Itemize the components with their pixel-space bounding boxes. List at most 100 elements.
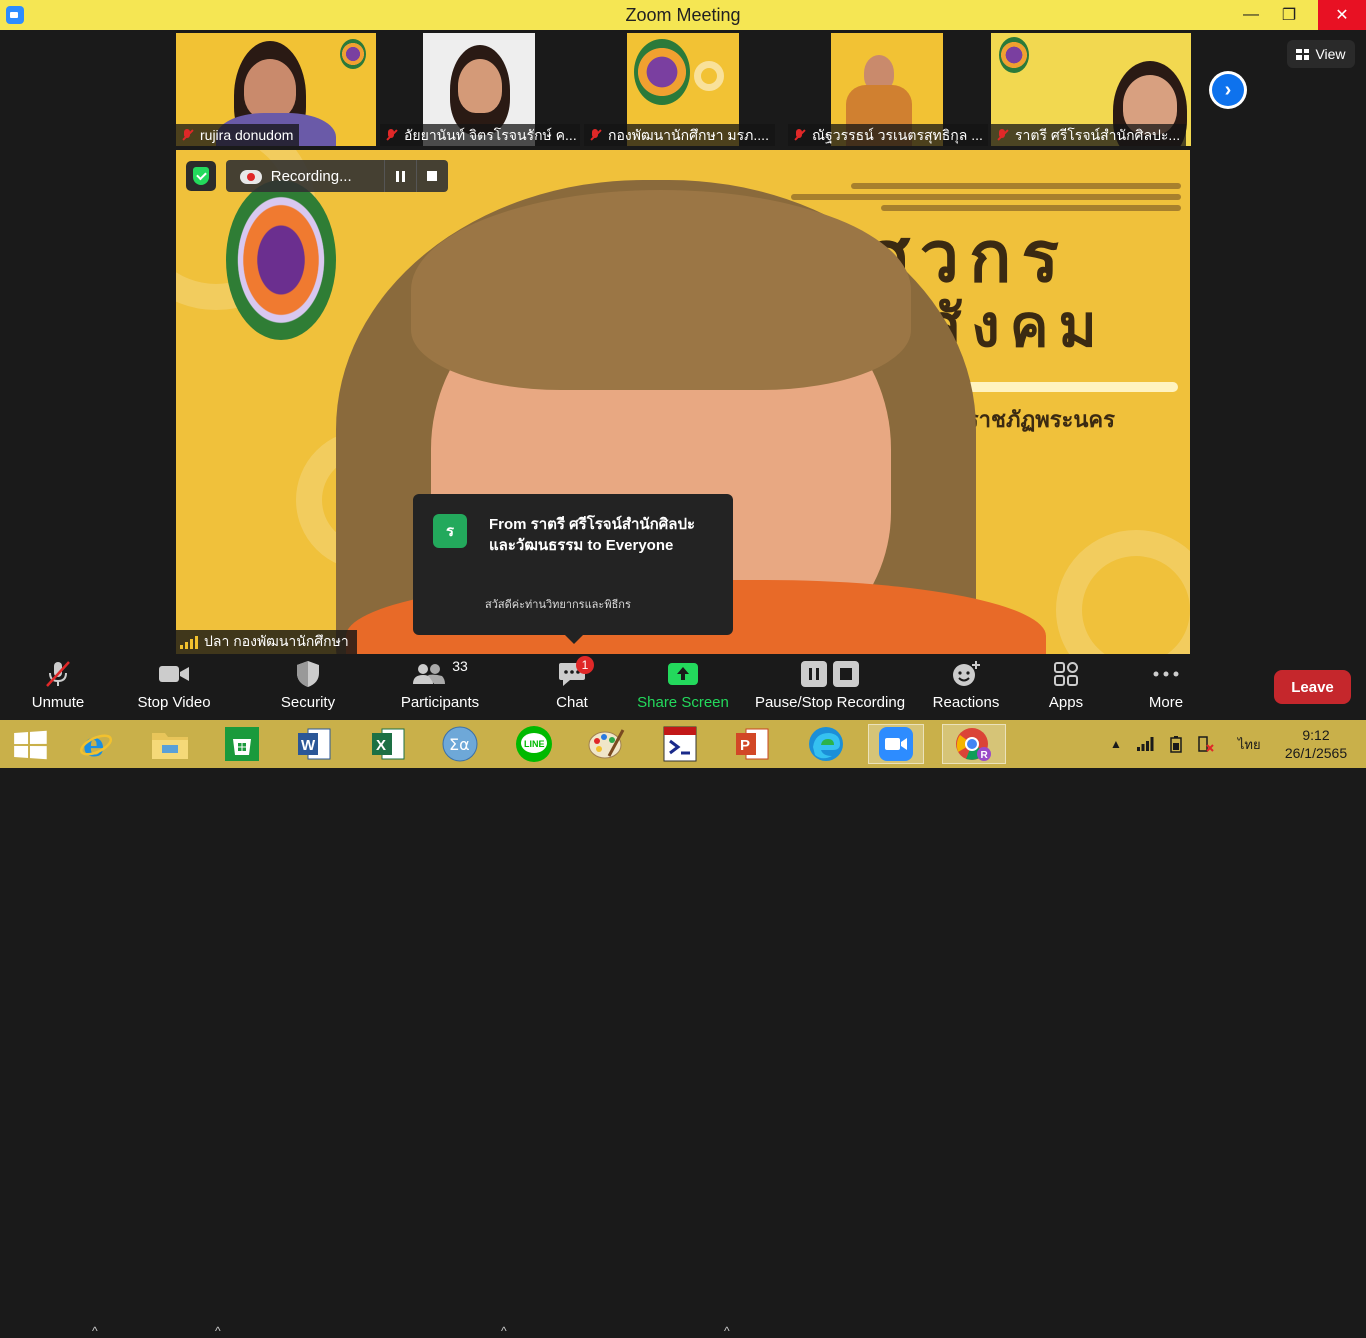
background-text-lines [781,178,1181,216]
participant-name: ราตรี ศรีโรจน์สำนักศิลปะ... [1015,127,1181,143]
audio-options-caret[interactable]: ^ [92,1324,98,1338]
excel-icon[interactable]: X [360,724,416,764]
pause-stop-icons [800,654,860,694]
active-speaker-name: ปลา กองพัฒนานักศึกษา [204,633,349,649]
participant-name: อัยยานันท์ จิตรโรจนรักษ์ ค... [404,127,577,143]
apps-button[interactable]: Apps [1038,654,1094,720]
participant-tile[interactable]: rujira donudom [176,33,376,146]
participant-tile[interactable]: กองพัฒนานักศึกษา มรภ.... [584,33,784,146]
mic-muted-icon [180,128,194,142]
meeting-toolbar: Unmute ^ Stop Video ^ Security 33 Partic… [0,654,1366,1338]
maximize-button[interactable]: ❐ [1266,0,1312,30]
participant-name: กองพัฒนานักศึกษา มรภ.... [608,127,769,143]
paint-icon[interactable] [578,724,634,764]
chat-sender-avatar: ร [433,514,467,548]
internet-explorer-icon[interactable]: e [68,724,124,764]
svg-text:W: W [301,737,316,754]
university-logo-icon [226,180,336,340]
svg-text:P: P [740,737,750,754]
shield-icon [296,654,320,694]
recording-label: Recording... [270,167,352,185]
unmute-label: Unmute [31,694,85,711]
video-options-caret[interactable]: ^ [215,1324,221,1338]
svg-text:LINE: LINE [524,739,545,749]
mic-muted-icon [792,128,806,142]
grid-view-icon [1296,48,1310,60]
university-logo-icon [999,37,1029,73]
word-icon[interactable]: W [286,724,342,764]
unmute-button[interactable]: Unmute [28,654,88,720]
window-title: Zoom Meeting [625,5,741,25]
chat-button[interactable]: 1 Chat [548,654,596,720]
apps-icon [1053,654,1079,694]
share-options-caret[interactable]: ^ [724,1324,730,1338]
svg-text:Σα: Σα [449,735,470,754]
mic-muted-icon [384,128,398,142]
cloud-record-icon [240,168,262,184]
participant-tile[interactable]: อัยยานันท์ จิตรโรจนรักษ์ ค... [380,33,580,146]
participant-face [458,59,502,113]
view-button-label: View [1315,46,1346,62]
leave-button[interactable]: Leave [1274,670,1351,704]
battery-icon[interactable] [1168,735,1184,753]
security-label: Security [280,694,336,711]
participant-name: ณัฐวรรธน์ วรเนตรสุทธิกุล ... [812,127,983,143]
powerpoint-icon[interactable]: P [724,724,780,764]
participant-name-label: กองพัฒนานักศึกษา มรภ.... [584,124,775,146]
participants-options-caret[interactable]: ^ [501,1324,507,1338]
volume-muted-icon[interactable] [1198,735,1214,753]
edge-browser-icon[interactable] [798,724,854,764]
participant-name-label: ราตรี ศรีโรจน์สำนักศิลปะ... [991,124,1187,146]
zoom-taskbar-icon[interactable] [868,724,924,764]
brand-title-line2: สังคม [926,292,1107,360]
video-camera-icon [158,654,190,694]
lisrel-icon[interactable] [652,724,708,764]
reactions-button[interactable]: Reactions [930,654,1002,720]
system-tray: ▲ ไทย [1110,720,1261,768]
participant-tile[interactable]: ณัฐวรรธน์ วรเนตรสุทธิกุล ... [788,33,988,146]
chrome-icon[interactable]: R [942,724,1006,764]
security-button[interactable]: Security [278,654,338,720]
more-dots-icon [1152,654,1180,694]
chat-notification-popup[interactable]: ร From ราตรี ศรีโรจน์สำนักศิลปะและวัฒนธร… [413,494,733,644]
input-language-indicator[interactable]: ไทย [1238,734,1261,755]
shield-check-icon [193,167,209,185]
security-shield-badge[interactable] [186,161,216,191]
system-clock[interactable]: 9:12 26/1/2565 [1276,726,1356,762]
stop-recording-button[interactable] [415,160,448,192]
pause-recording-button[interactable] [383,160,416,192]
share-screen-icon [667,654,699,694]
line-app-icon[interactable]: LINE [506,724,562,764]
svg-text:X: X [376,737,386,754]
network-signal-icon[interactable] [1136,736,1154,752]
chevron-right-icon: › [1212,74,1244,106]
reactions-label: Reactions [932,694,1000,711]
participants-icon: 33 [412,654,468,694]
participant-tile[interactable]: ราตรี ศรีโรจน์สำนักศิลปะ... [991,33,1191,146]
stop-video-label: Stop Video [137,694,211,711]
next-page-button[interactable]: › [1209,71,1247,109]
smiley-plus-icon [951,654,981,694]
title-bar: Zoom Meeting — ❐ ✕ [0,0,1366,30]
more-button[interactable]: More [1138,654,1194,720]
windows-start-icon[interactable] [14,730,47,760]
file-explorer-icon[interactable] [142,724,198,764]
clock-time: 9:12 [1302,727,1330,743]
participant-face [244,59,296,119]
close-button[interactable]: ✕ [1318,0,1366,30]
more-label: More [1148,694,1184,711]
gear-icon [694,61,724,91]
math-input-icon[interactable]: Σα [432,724,488,764]
share-screen-button[interactable]: Share Screen [636,654,730,720]
gear-icon [1056,530,1190,654]
active-speaker-name-label: ปลา กองพัฒนานักศึกษา [176,630,357,654]
participants-button[interactable]: 33 Participants [398,654,482,720]
view-button[interactable]: View [1287,40,1355,68]
pause-stop-recording-label: Pause/Stop Recording [754,694,906,711]
pause-stop-recording-button[interactable]: Pause/Stop Recording [752,654,908,720]
stop-video-button[interactable]: Stop Video [134,654,214,720]
participants-count: 33 [452,658,468,674]
show-hidden-icons-caret[interactable]: ▲ [1110,737,1122,751]
microsoft-store-icon[interactable] [214,724,270,764]
signal-strength-icon [180,635,198,649]
